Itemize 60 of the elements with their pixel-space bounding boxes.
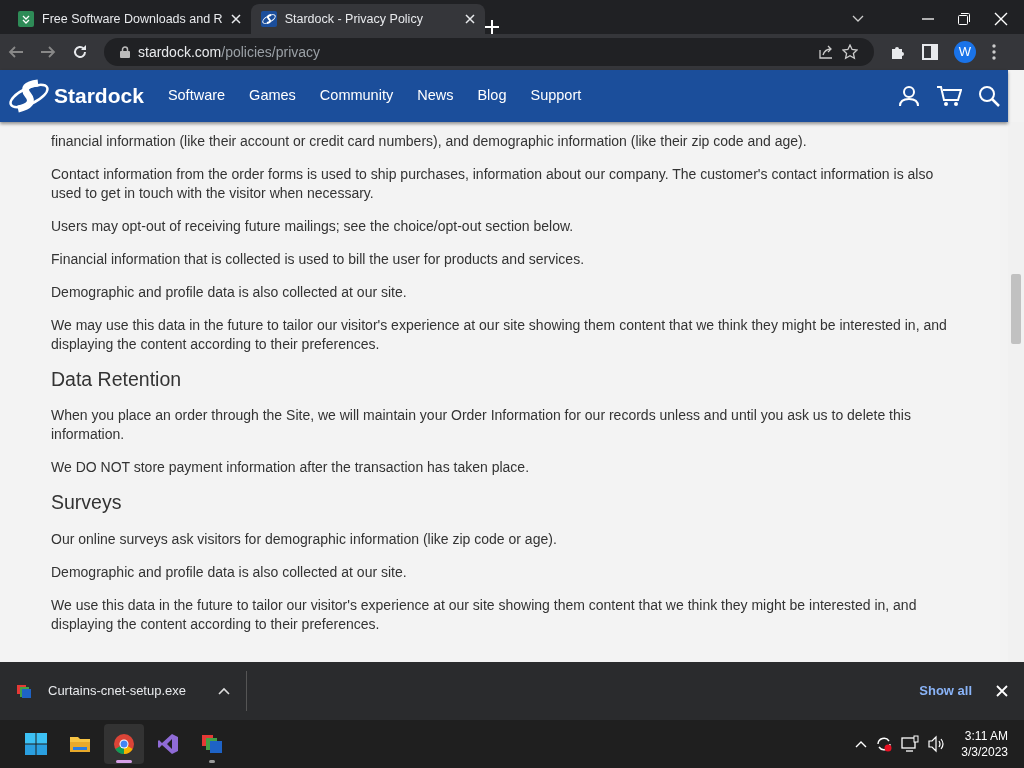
back-icon[interactable] — [8, 44, 24, 60]
paragraph: Financial information that is collected is used to bill the user for products and services. — [51, 250, 586, 269]
side-panel-icon[interactable] — [922, 44, 938, 60]
brand-name[interactable]: Stardock — [54, 80, 144, 112]
tab-favicon-icon — [18, 11, 34, 27]
paragraph: Demographic and profile data is also collected at our site. — [51, 283, 408, 302]
puzzle-icon[interactable] — [890, 44, 906, 60]
clock[interactable]: 3:11 AM 3/3/2023 — [961, 728, 1008, 760]
taskbar-app[interactable] — [104, 724, 144, 764]
address-bar[interactable]: stardock.com/policies/privacy — [104, 38, 874, 66]
paragraph: Demographic and profile data is also collected at our site. — [51, 562, 408, 582]
reload-icon[interactable] — [72, 44, 88, 60]
more-icon[interactable] — [992, 44, 996, 60]
chevron-up-icon — [218, 687, 230, 695]
download-item[interactable]: Curtains-cnet-setup.exe — [0, 671, 247, 711]
new-tab-icon[interactable] — [484, 20, 499, 34]
search-icon[interactable] — [978, 85, 1000, 107]
profile-avatar[interactable]: W — [954, 41, 976, 63]
paragraph: When you place an order through the Site, we will maintain your Order Information for our records unless and until you ask us to delete this information. — [51, 406, 912, 445]
nav-link[interactable]: Games — [249, 85, 296, 107]
chevron-down-icon[interactable] — [852, 15, 864, 23]
restore-icon[interactable] — [958, 13, 970, 25]
windows-logo-icon — [25, 733, 47, 755]
lock-icon — [120, 46, 130, 58]
nav-link[interactable]: Blog — [477, 85, 507, 107]
studio-icon — [157, 733, 179, 755]
installer-icon — [201, 733, 223, 755]
nav-link[interactable]: Software — [167, 85, 226, 107]
paragraph: We use this data in the future to tailor our visitor's experience at our site showing them content that we think they might be interested in, and displaying the content according to their preferences. — [51, 595, 918, 634]
paragraph: Our online surveys ask visitors for demographic information (like zip code or age). — [51, 529, 558, 549]
browser-tab[interactable]: Stardock - Privacy Policy — [250, 4, 485, 34]
paragraph: We may use this data in the future to tailor our visitor's experience at our site showing them content that we think they might be interested in, and displaying the content according to their preferences. — [51, 316, 948, 354]
sync-icon[interactable] — [875, 735, 894, 753]
paragraph: Users may opt-out of receiving future mailings; see the choice/opt-out section below. — [51, 217, 575, 236]
network-icon[interactable] — [901, 735, 920, 753]
show-all-link[interactable]: Show all — [919, 681, 972, 701]
paragraph: Contact information from the order forms is used to ship purchases, information about our company. The customer's contact information is also used to get in touch with the visitor when necessary. — [51, 165, 935, 203]
forward-icon[interactable] — [40, 44, 56, 60]
nav-link[interactable]: News — [417, 85, 454, 107]
chevron-up-icon[interactable] — [855, 740, 868, 748]
share-icon[interactable] — [818, 44, 834, 60]
cart-icon[interactable] — [936, 85, 962, 107]
browser-tab[interactable]: Free Software Downloads and R — [8, 4, 251, 34]
installer-icon — [16, 683, 32, 699]
paragraph: We DO NOT store payment information after the transaction has taken place. — [51, 458, 531, 478]
nav-link[interactable]: Community — [319, 85, 394, 107]
star-icon[interactable] — [842, 44, 858, 60]
close-icon[interactable] — [464, 14, 475, 24]
paragraph: financial information (like their account or credit card numbers), and demographic information (like their zip code and age). — [51, 132, 808, 151]
stardock-logo-icon — [8, 79, 50, 113]
nav-link[interactable]: Support — [530, 85, 582, 107]
volume-icon[interactable] — [927, 735, 946, 753]
close-icon[interactable] — [230, 14, 241, 24]
section-heading: Data Retention — [51, 368, 183, 392]
close-window-icon[interactable] — [994, 12, 1008, 26]
url-text: stardock.com/policies/privacy — [138, 42, 321, 62]
user-icon[interactable] — [898, 85, 920, 107]
tab-favicon-icon — [260, 11, 277, 27]
chrome-icon — [113, 733, 135, 755]
section-heading: Surveys — [51, 491, 123, 515]
